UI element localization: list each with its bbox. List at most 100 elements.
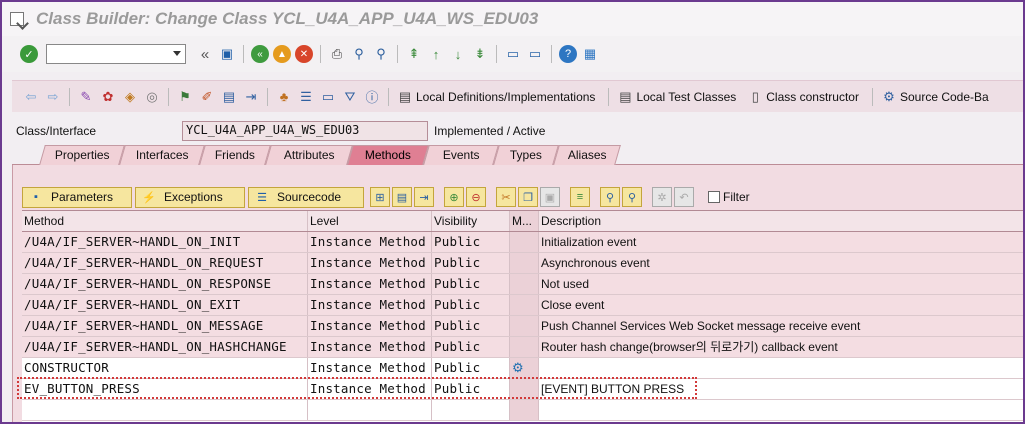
exceptions-button[interactable]: ⚡ Exceptions [135,186,245,208]
check-icon[interactable]: ◈ [121,88,139,106]
method-modeled[interactable] [510,232,539,252]
constructor-gear-icon[interactable]: ⚙ [512,360,524,375]
method-level[interactable]: Instance Method [308,232,432,252]
method-level[interactable]: Instance Method [308,379,432,399]
method-level[interactable]: Instance Method [308,358,432,378]
method-name[interactable]: /U4A/IF_SERVER~HANDL_ON_MESSAGE [22,316,308,336]
save-icon[interactable]: ▣ [218,45,236,63]
table-row[interactable]: /U4A/IF_SERVER~HANDL_ON_MESSAGE Instance… [22,316,1023,337]
shortcut-icon[interactable]: ▭ [526,45,544,63]
exit-icon[interactable]: ▲ [273,45,291,63]
table-row[interactable]: /U4A/IF_SERVER~HANDL_ON_REQUEST Instance… [22,253,1023,274]
column-header-method[interactable]: Method [22,211,308,231]
method-visibility[interactable]: Public [432,337,510,357]
method-name[interactable]: /U4A/IF_SERVER~HANDL_ON_HASHCHANGE [22,337,308,357]
empty-cell[interactable] [539,400,1023,420]
column-header-description[interactable]: Description [539,211,1023,231]
method-name[interactable]: /U4A/IF_SERVER~HANDL_ON_INIT [22,232,308,252]
tab-interfaces[interactable]: Interfaces [119,145,205,165]
find-icon[interactable]: ⚲ [600,187,620,207]
source-code-based-button[interactable]: Source Code-Ba [900,90,989,104]
local-definitions-button[interactable]: Local Definitions/Implementations [416,90,595,104]
undo-icon[interactable]: ↶ [674,187,694,207]
method-description[interactable]: Initialization event [539,232,1023,252]
method-modeled[interactable] [510,337,539,357]
tab-attributes[interactable]: Attributes [265,145,353,165]
table-icon[interactable]: ▭ [319,88,337,106]
method-modeled[interactable] [510,253,539,273]
filter-settings-icon[interactable]: ✲ [652,187,672,207]
find-icon[interactable]: ⚲ [350,45,368,63]
navigate-icon[interactable]: ⇥ [414,187,434,207]
filter-icon[interactable]: ⛛ [341,88,359,106]
tab-aliases[interactable]: Aliases [553,145,621,165]
method-modeled[interactable]: ⚙ [510,358,539,378]
method-description[interactable] [539,358,1023,378]
method-modeled[interactable] [510,274,539,294]
new-session-icon[interactable]: ▭ [504,45,522,63]
method-visibility[interactable]: Public [432,316,510,336]
table-row-empty[interactable] [22,400,1023,421]
paste-icon[interactable]: ▣ [540,187,560,207]
table-row[interactable]: CONSTRUCTOR Instance Method Public ⚙ [22,358,1023,379]
filter-checkbox[interactable] [708,191,720,203]
method-modeled[interactable] [510,379,539,399]
test-icon[interactable]: ▤ [220,88,238,106]
command-field[interactable] [46,44,186,64]
method-visibility[interactable]: Public [432,232,510,252]
class-name-field[interactable]: YCL_U4A_APP_U4A_WS_EDU03 [182,121,428,141]
method-description[interactable]: Close event [539,295,1023,315]
tab-friends[interactable]: Friends [199,145,271,165]
method-visibility[interactable]: Public [432,274,510,294]
method-description[interactable]: Asynchronous event [539,253,1023,273]
tab-types[interactable]: Types [493,145,559,165]
local-test-classes-button[interactable]: Local Test Classes [636,90,736,104]
layout-icon[interactable]: ▦ [581,45,599,63]
empty-cell[interactable] [22,400,308,420]
cancel-icon[interactable]: ✕ [295,45,313,63]
parameters-button[interactable]: ▪ Parameters [22,186,132,208]
forward-arrow-icon[interactable]: ⇨ [44,88,62,106]
sort-icon[interactable]: ≡ [570,187,590,207]
insert-row-icon[interactable]: ⊕ [444,187,464,207]
next-page-icon[interactable]: ↓ [449,45,467,63]
column-header-modeled[interactable]: M... [510,211,539,231]
table-row[interactable]: /U4A/IF_SERVER~HANDL_ON_INIT Instance Me… [22,232,1023,253]
copy-icon[interactable]: ❐ [518,187,538,207]
delete-row-icon[interactable]: ⊖ [466,187,486,207]
method-visibility[interactable]: Public [432,295,510,315]
list-view-icon[interactable]: ▤ [392,187,412,207]
method-level[interactable]: Instance Method [308,337,432,357]
method-description[interactable]: Push Channel Services Web Socket message… [539,316,1023,336]
method-level[interactable]: Instance Method [308,274,432,294]
column-header-level[interactable]: Level [308,211,432,231]
sourcecode-button[interactable]: ☰ Sourcecode [248,186,364,208]
method-visibility[interactable]: Public [432,253,510,273]
where-used-icon[interactable]: ◎ [143,88,161,106]
method-modeled[interactable] [510,316,539,336]
method-name[interactable]: EV_BUTTON_PRESS [22,379,308,399]
empty-cell[interactable] [510,400,539,420]
align-icon[interactable]: ☰ [297,88,315,106]
table-row[interactable]: /U4A/IF_SERVER~HANDL_ON_RESPONSE Instanc… [22,274,1023,295]
table-row[interactable]: EV_BUTTON_PRESS Instance Method Public [… [22,379,1023,400]
tab-events[interactable]: Events [423,145,499,165]
method-description[interactable]: [EVENT] BUTTON PRESS [539,379,1023,399]
previous-page-icon[interactable]: ↑ [427,45,445,63]
tab-properties[interactable]: Properties [39,145,125,165]
tab-methods[interactable]: Methods [347,145,429,165]
enter-icon[interactable]: ✓ [20,45,38,63]
method-description[interactable]: Router hash change(browser의 뒤로가기) callba… [539,337,1023,357]
menu-icon[interactable] [10,12,24,26]
print-icon[interactable]: ⎙ [328,45,346,63]
info-icon[interactable]: ⓘ [363,88,381,106]
find-next-icon[interactable]: ⚲ [622,187,642,207]
cut-icon[interactable]: ✂ [496,187,516,207]
back-icon[interactable]: « [251,45,269,63]
double-chevron-icon[interactable]: « [196,45,214,63]
table-row[interactable]: /U4A/IF_SERVER~HANDL_ON_EXIT Instance Me… [22,295,1023,316]
method-visibility[interactable]: Public [432,379,510,399]
method-modeled[interactable] [510,295,539,315]
last-page-icon[interactable]: ⇟ [471,45,489,63]
chevron-down-icon[interactable] [173,51,181,56]
